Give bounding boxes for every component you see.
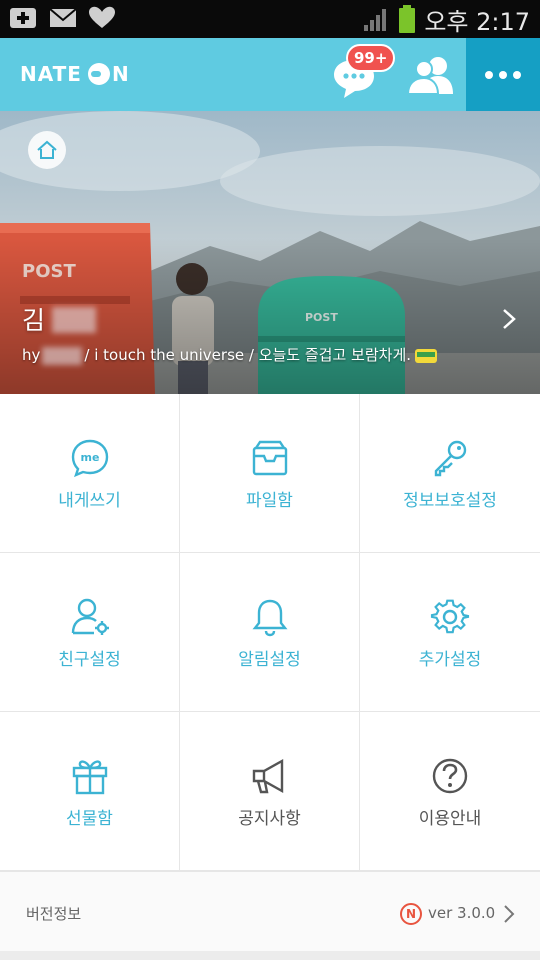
svg-text:me: me [81,451,100,464]
menu-item-write-to-me[interactable]: me 내게쓰기 [0,394,180,553]
nateon-logo[interactable]: NATE N [20,60,130,88]
menu-item-friend-settings[interactable]: 친구설정 [0,553,180,712]
menu-item-label: 내게쓰기 [58,491,121,511]
status-redaction [42,346,83,365]
chevron-right-icon [504,905,515,923]
menu-item-label: 친구설정 [58,650,121,670]
clock: 오후 2:17 [424,7,530,36]
mail-icon [49,8,77,27]
app-header: NATE N [0,38,540,111]
unread-badge: 99+ [346,44,396,72]
status-bar: 오후 2:17 [0,0,540,38]
menu-grid: me 내게쓰기 파일함 정보보호설정 친구설정 알림설정 추가설정 선물함 공지… [0,394,540,871]
friends-icon[interactable] [405,54,457,96]
chevron-right-icon[interactable] [500,307,518,331]
more-button[interactable] [466,38,540,111]
inbox-icon [252,440,288,476]
menu-item-gift-box[interactable]: 선물함 [0,712,180,871]
menu-item-file-box[interactable]: 파일함 [180,394,360,553]
logo-o-mark [87,63,110,85]
version-value: ver 3.0.0 [428,904,496,922]
new-badge-icon: N [400,903,422,925]
heart-icon [89,6,115,28]
menu-item-label: 추가설정 [418,650,482,670]
friend-settings-icon [71,598,109,635]
menu-item-label: 파일함 [246,491,293,511]
menu-item-label: 공지사항 [238,809,301,829]
me-icon: me [71,439,109,478]
profile-name: 김 [22,306,46,335]
signal-icon [364,9,387,31]
profile-hero[interactable]: POST POST 김 hy/ i touch the universe / 오… [0,111,540,394]
home-button[interactable] [28,131,66,169]
menu-item-notification-settings[interactable]: 알림설정 [180,553,360,712]
menu-item-help[interactable]: 이용안내 [360,712,540,871]
key-icon [434,440,467,477]
battery-icon [399,5,416,33]
menu-item-additional-settings[interactable]: 추가설정 [360,553,540,712]
more-icon [485,70,493,79]
home-icon [37,140,57,159]
status-message: hy / i touch the universe / 오늘도 즐겁고 보람차게. [22,344,438,365]
gear-icon [430,599,470,634]
help-icon [432,758,468,794]
bottom-divider [0,951,540,960]
bell-icon [252,599,288,637]
add-notification-icon [10,8,36,28]
megaphone-icon [252,758,284,794]
menu-item-label: 이용안내 [418,809,482,829]
menu-item-label: 알림설정 [238,650,301,670]
version-info-row[interactable]: 버전정보 N ver 3.0.0 [0,871,540,951]
name-redaction [52,307,96,333]
menu-item-label: 정보보호설정 [403,491,497,511]
menu-item-label: 선물함 [66,809,113,829]
gift-icon [72,760,108,795]
bus-emoji-icon [415,348,438,363]
menu-item-privacy-settings[interactable]: 정보보호설정 [360,394,540,553]
menu-item-notices[interactable]: 공지사항 [180,712,360,871]
version-label: 버전정보 [26,905,82,923]
